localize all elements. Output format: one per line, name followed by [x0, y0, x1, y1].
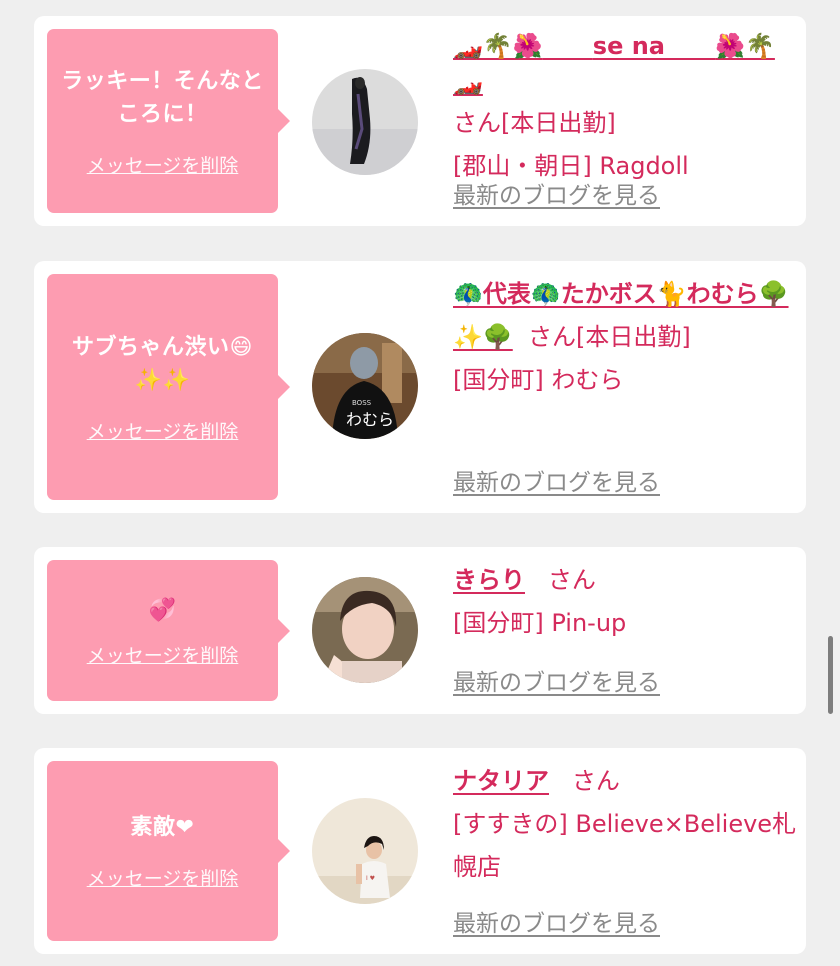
cast-info: 🦚代表🦚たかボス🐈わむら🌳✨🌳 さん[本日出勤] [国分町] わむら	[453, 273, 798, 402]
message-text: 素敵❤	[130, 815, 195, 840]
honorific: さん	[571, 767, 620, 795]
cast-name: se na	[592, 32, 665, 60]
work-status: [本日出勤]	[501, 109, 616, 137]
message-bubble: 素敵❤ メッセージを削除	[47, 761, 290, 941]
avatar[interactable]: BOSS わむら	[312, 333, 418, 439]
cast-info: きらり さん [国分町] Pin-up	[453, 559, 798, 645]
svg-text:BOSS: BOSS	[352, 399, 372, 407]
shop-location: [国分町] わむら	[453, 366, 624, 394]
cast-info: ナタリア さん [すすきの] Believe×Believe札幌店	[453, 760, 798, 889]
svg-text:わむら: わむら	[346, 410, 394, 429]
cast-name-link[interactable]: きらり	[453, 566, 525, 594]
latest-blog-link[interactable]: 最新のブログを見る	[453, 463, 660, 497]
message-bubble: ラッキー！そんなところに！ メッセージを削除	[47, 29, 290, 213]
latest-blog-link[interactable]: 最新のブログを見る	[453, 176, 660, 210]
cast-info: 🏎️🌴🌺 se na 🌺🌴🏎️ さん[本日出勤] [郡山・朝日] Ragdoll	[453, 28, 798, 188]
delete-message-link[interactable]: メッセージを削除	[87, 417, 239, 444]
message-bubble: 💞 メッセージを削除	[47, 560, 290, 701]
shop-location: [すすきの] Believe×Believe札幌店	[453, 810, 797, 881]
avatar[interactable]	[312, 577, 418, 683]
latest-blog-link[interactable]: 最新のブログを見る	[453, 663, 660, 697]
cast-name-link[interactable]: 🏎️🌴🌺 se na 🌺🌴🏎️	[453, 32, 775, 96]
honorific: さん	[547, 566, 596, 594]
message-card: ラッキー！そんなところに！ メッセージを削除 🏎️🌴🌺 se na 🌺🌴🏎️ さ…	[34, 16, 806, 226]
delete-message-link[interactable]: メッセージを削除	[87, 641, 239, 668]
honorific: さん	[528, 323, 577, 351]
avatar[interactable]: I ♥	[312, 798, 418, 904]
name-emoji-prefix: 🏎️🌴🌺	[453, 32, 543, 60]
message-text: 💞	[148, 597, 177, 623]
latest-blog-link[interactable]: 最新のブログを見る	[453, 904, 660, 938]
message-card: 素敵❤ メッセージを削除 I ♥ ナタリア さん [すすきの] Believe×…	[34, 748, 806, 954]
message-text: サブちゃん渋い😄✨✨	[72, 334, 253, 393]
svg-text:I ♥: I ♥	[366, 875, 375, 882]
cast-name-link[interactable]: ナタリア	[453, 767, 549, 795]
work-status: [本日出勤]	[576, 323, 691, 351]
delete-message-link[interactable]: メッセージを削除	[87, 864, 239, 891]
shop-location: [国分町] Pin-up	[453, 609, 627, 637]
honorific: さん	[453, 109, 501, 137]
message-card: 💞 メッセージを削除 きらり さん [国分町] Pin-up 最新のブログを見る	[34, 547, 806, 714]
avatar[interactable]	[312, 69, 418, 175]
message-bubble: サブちゃん渋い😄✨✨ メッセージを削除	[47, 274, 290, 500]
delete-message-link[interactable]: メッセージを削除	[87, 151, 239, 178]
message-text: ラッキー！そんなところに！	[61, 68, 264, 127]
message-card: サブちゃん渋い😄✨✨ メッセージを削除 BOSS わむら 🦚代表🦚たかボス🐈わむ…	[34, 261, 806, 513]
scrollbar[interactable]	[828, 636, 833, 714]
